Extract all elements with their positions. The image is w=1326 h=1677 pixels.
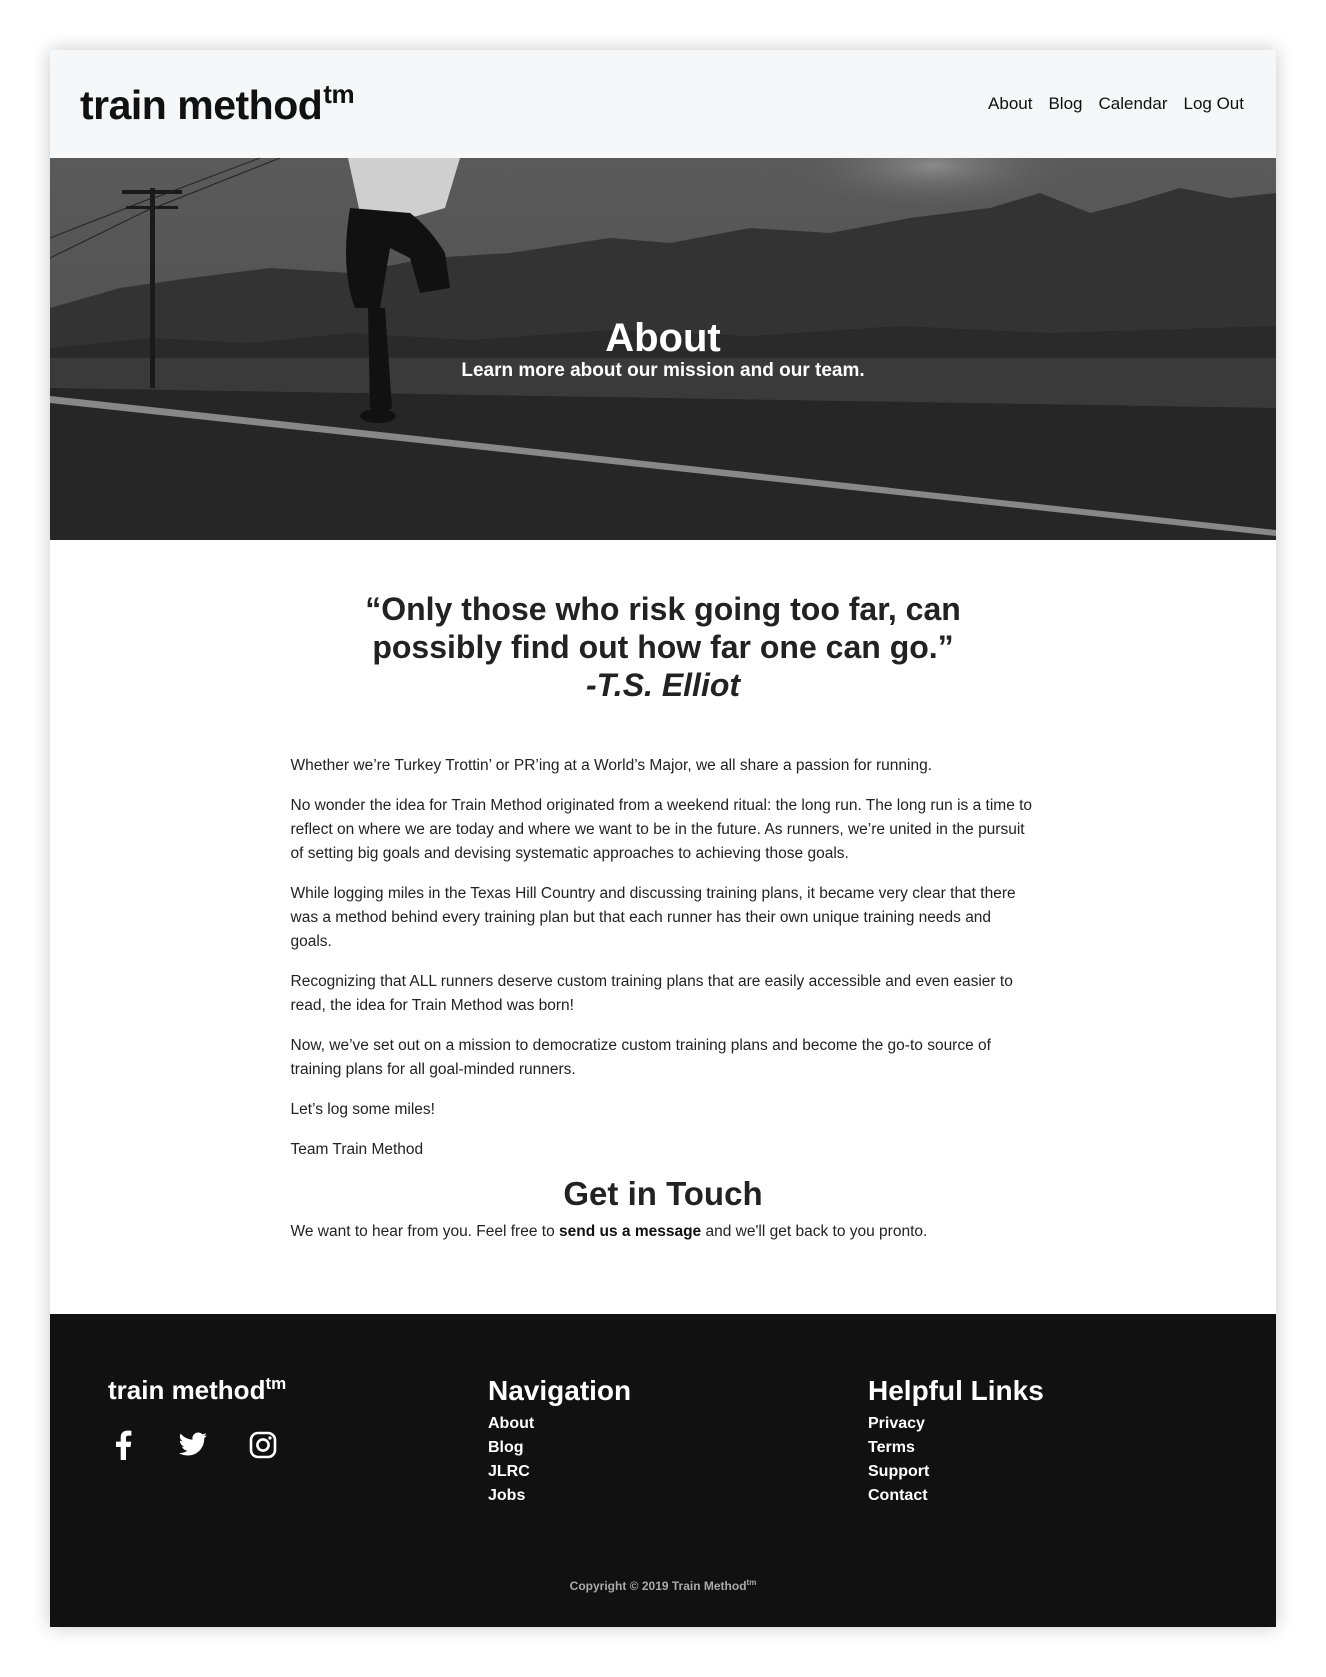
main-nav: About Blog Calendar Log Out <box>988 94 1244 114</box>
page-frame: train methodtm About Blog Calendar Log O… <box>50 50 1276 1627</box>
hero-banner: About Learn more about our mission and o… <box>50 158 1276 540</box>
footer-logo-trademark: tm <box>265 1374 287 1393</box>
logo-text: train method <box>80 82 323 128</box>
nav-about[interactable]: About <box>988 94 1032 114</box>
quote: “Only those who risk going too far, can … <box>50 590 1276 704</box>
site-header: train methodtm About Blog Calendar Log O… <box>50 50 1276 158</box>
footer-helpful-heading: Helpful Links <box>868 1375 1044 1406</box>
site-footer: train methodtm Navigation About Blog JLR… <box>50 1314 1276 1627</box>
footer-helpful-list: Privacy Terms Support Contact <box>868 1412 1044 1508</box>
footer-link-contact[interactable]: Contact <box>868 1487 928 1504</box>
twitter-icon[interactable] <box>178 1430 208 1460</box>
list-item: Privacy <box>868 1412 1044 1436</box>
copyright-trademark: tm <box>746 1578 757 1587</box>
footer-link-terms[interactable]: Terms <box>868 1439 915 1456</box>
logo[interactable]: train methodtm <box>80 79 355 129</box>
footer-helpful-links: Helpful Links Privacy Terms Support Cont… <box>868 1374 1044 1508</box>
list-item: JLRC <box>488 1460 631 1484</box>
footer-nav-list: About Blog JLRC Jobs <box>488 1412 631 1508</box>
get-in-touch-heading: Get in Touch <box>563 1175 763 1212</box>
list-item: Support <box>868 1460 1044 1484</box>
footer-link-jobs[interactable]: Jobs <box>488 1487 525 1504</box>
signature: Team Train Method <box>290 1141 424 1158</box>
nav-calendar[interactable]: Calendar <box>1099 94 1168 114</box>
paragraph: Now, we’ve set out on a mission to democ… <box>290 1037 991 1078</box>
quote-author: -T.S. Elliot <box>585 667 741 703</box>
main-content: “Only those who risk going too far, can … <box>50 540 1276 1244</box>
footer-link-jlrc[interactable]: JLRC <box>488 1463 530 1480</box>
paragraph: While logging miles in the Texas Hill Co… <box>290 885 1016 950</box>
quote-line-1: “Only those who risk going too far, can <box>365 591 961 627</box>
list-item: Contact <box>868 1484 1044 1508</box>
copyright-text: Copyright © 2019 Train Method <box>569 1579 747 1593</box>
list-item: Blog <box>488 1436 631 1460</box>
send-message-link[interactable]: send us a message <box>559 1223 701 1240</box>
quote-line-2: possibly find out how far one can go.” <box>372 629 954 665</box>
facebook-icon[interactable] <box>108 1430 138 1460</box>
footer-brand: train methodtm <box>108 1374 286 1460</box>
contact-text: We want to hear from you. Feel free to s… <box>291 1220 1036 1244</box>
instagram-icon[interactable] <box>248 1430 278 1460</box>
about-text: Whether we’re Turkey Trottin’ or PR’ing … <box>291 754 1036 1162</box>
footer-link-blog[interactable]: Blog <box>488 1439 524 1456</box>
footer-link-privacy[interactable]: Privacy <box>868 1415 925 1432</box>
footer-logo[interactable]: train methodtm <box>108 1374 286 1406</box>
list-item: About <box>488 1412 631 1436</box>
paragraph: Let’s log some miles! <box>290 1101 435 1118</box>
list-item: Terms <box>868 1436 1044 1460</box>
hero-subtitle: Learn more about our mission and our tea… <box>461 360 865 381</box>
footer-navigation: Navigation About Blog JLRC Jobs <box>488 1374 631 1508</box>
list-item: Jobs <box>488 1484 631 1508</box>
logo-trademark: tm <box>323 79 355 109</box>
hero-title: About <box>605 316 721 360</box>
footer-link-about[interactable]: About <box>488 1415 534 1432</box>
paragraph: Whether we’re Turkey Trottin’ or PR’ing … <box>290 757 933 774</box>
footer-logo-text: train method <box>108 1375 266 1405</box>
social-links <box>108 1430 286 1460</box>
nav-log-out[interactable]: Log Out <box>1184 94 1245 114</box>
footer-link-support[interactable]: Support <box>868 1463 929 1480</box>
hero-text: About Learn more about our mission and o… <box>50 316 1276 382</box>
paragraph: No wonder the idea for Train Method orig… <box>290 797 1033 862</box>
footer-nav-heading: Navigation <box>488 1375 632 1406</box>
contact-text-after: and we'll get back to you pronto. <box>701 1223 928 1240</box>
nav-blog[interactable]: Blog <box>1048 94 1082 114</box>
contact-text-before: We want to hear from you. Feel free to <box>290 1223 560 1240</box>
paragraph: Recognizing that ALL runners deserve cus… <box>290 973 1013 1014</box>
copyright: Copyright © 2019 Train Methodtm <box>50 1578 1276 1593</box>
